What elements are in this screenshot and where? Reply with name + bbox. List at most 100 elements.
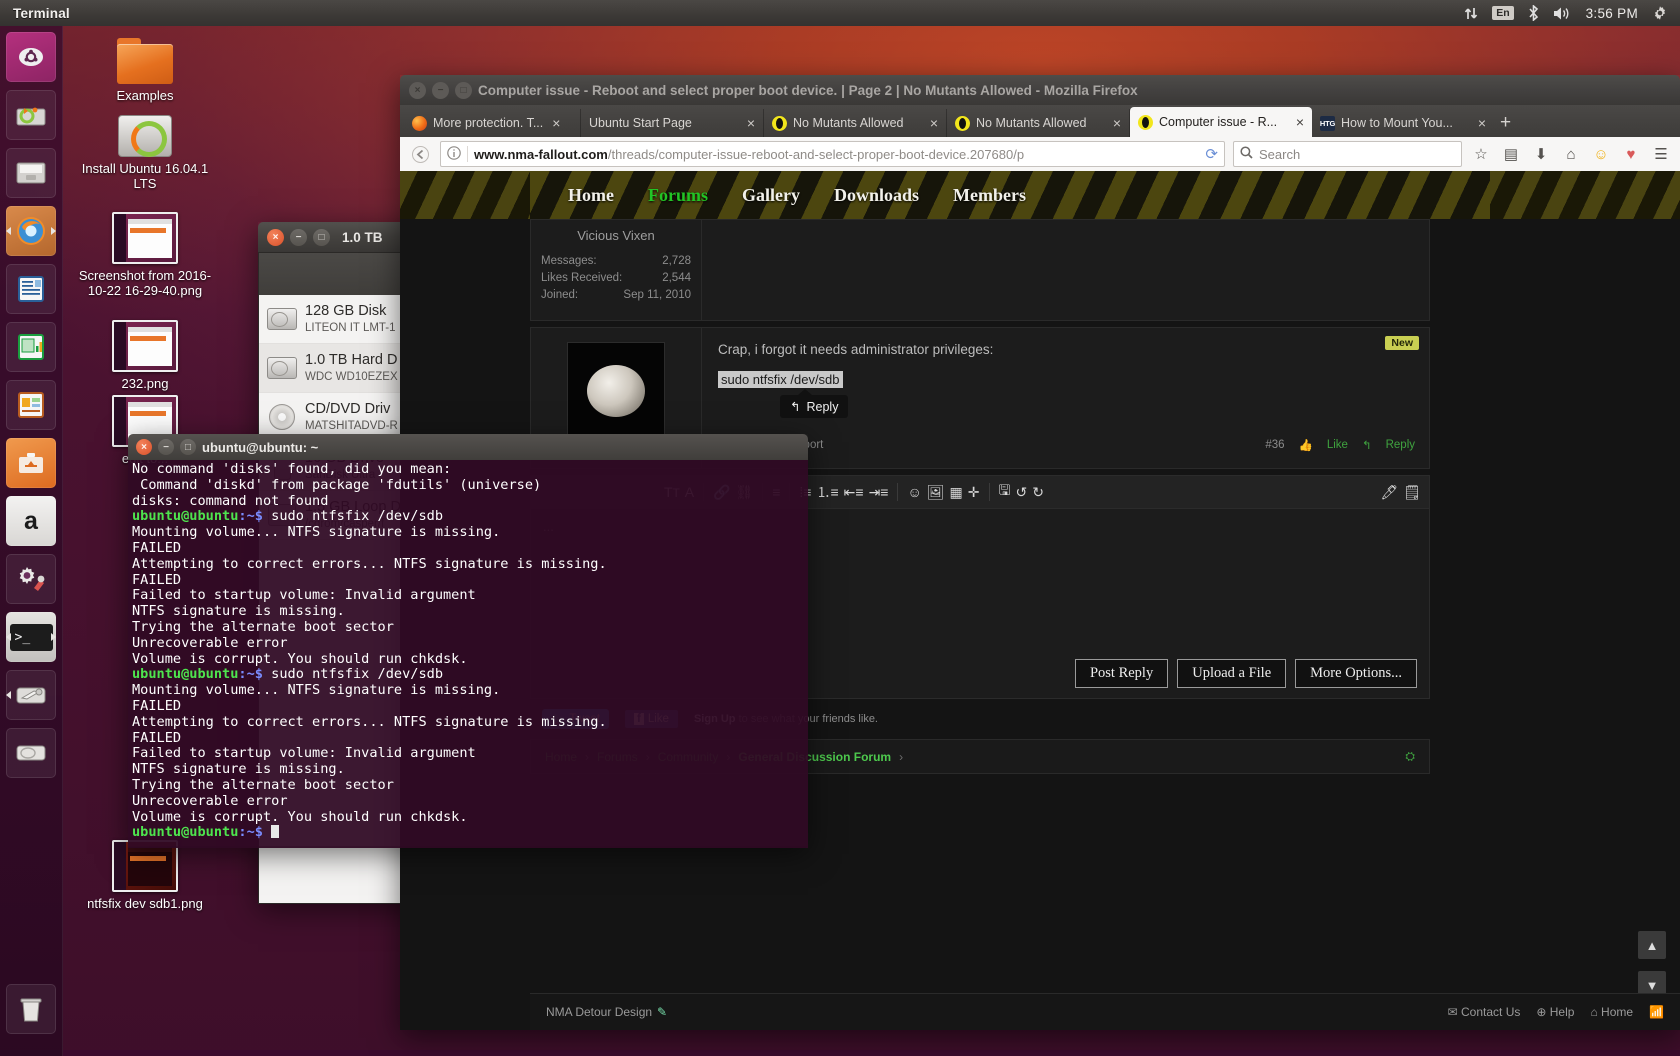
tab-how-to-mount[interactable]: HTG How to Mount You... × — [1312, 109, 1494, 137]
library-icon[interactable]: ▤ — [1500, 145, 1522, 163]
launcher-item-system-settings[interactable] — [6, 554, 56, 604]
close-icon[interactable]: × — [409, 81, 426, 99]
close-icon[interactable]: × — [747, 115, 755, 131]
launcher-item-libreoffice-writer[interactable] — [6, 264, 56, 314]
maximize-icon[interactable]: □ — [455, 81, 472, 99]
eraser-icon[interactable]: 🖊 — [1380, 484, 1398, 501]
launcher-item-trash[interactable] — [6, 984, 56, 1034]
site-nav-home[interactable]: Home — [568, 185, 614, 206]
desktop-icon-232png[interactable]: 232.png — [70, 320, 220, 391]
close-icon[interactable]: × — [267, 228, 284, 246]
desktop-icon-ntfsfix[interactable]: ntfsfix dev sdb1.png — [70, 840, 220, 911]
network-updown-icon[interactable] — [1464, 6, 1478, 21]
indent-icon[interactable]: ⇥≡ — [869, 484, 889, 501]
back-icon[interactable] — [408, 142, 432, 166]
downloads-icon[interactable]: ⬇ — [1530, 145, 1552, 163]
menu-icon[interactable]: ☰ — [1650, 145, 1672, 163]
launcher-item-files[interactable] — [6, 148, 56, 198]
desktop-icon-screenshot-1[interactable]: Screenshot from 2016-10-22 16-29-40.png — [70, 212, 220, 298]
close-icon[interactable]: × — [1296, 114, 1304, 130]
launcher-item-ubuntu-software[interactable] — [6, 438, 56, 488]
post-reply-button[interactable]: Post Reply — [1074, 659, 1169, 688]
upload-a-file-button[interactable]: Upload a File — [1177, 659, 1287, 688]
terminal-window[interactable]: × − □ ubuntu@ubuntu: ~ No command 'disks… — [128, 434, 808, 848]
home-icon[interactable]: ⌂ — [1560, 146, 1582, 163]
close-icon[interactable]: × — [930, 115, 938, 131]
firefox-titlebar[interactable]: × − □ Computer issue - Reboot and select… — [400, 75, 1680, 105]
media-icon[interactable]: ▦ — [950, 484, 963, 501]
scroll-up-button[interactable]: ▲ — [1638, 931, 1666, 959]
tab-more-protection[interactable]: More protection. T... × — [404, 109, 581, 137]
post-number[interactable]: #36 — [1265, 439, 1284, 451]
desktop-icon-install-ubuntu[interactable]: Install Ubuntu 16.04.1 LTS — [70, 115, 220, 191]
panel-app-title[interactable]: Terminal — [13, 6, 70, 21]
terminal-output[interactable]: No command 'disks' found, did you mean: … — [128, 460, 808, 848]
panel-clock[interactable]: 3:56 PM — [1586, 6, 1638, 21]
keyboard-layout-icon[interactable]: En — [1492, 6, 1514, 20]
site-nav-gallery[interactable]: Gallery — [742, 185, 800, 206]
sitemap-icon[interactable]: ⛭ — [1405, 749, 1415, 764]
close-icon[interactable]: × — [552, 115, 560, 131]
site-info-icon[interactable] — [447, 145, 461, 163]
url-bar[interactable]: www.nma-fallout.com/threads/computer-iss… — [440, 141, 1225, 167]
insert-icon[interactable]: ✛ — [968, 484, 980, 501]
pocket-icon[interactable]: ♥ — [1620, 146, 1642, 163]
reply-link[interactable]: Reply — [1386, 439, 1415, 451]
bookmark-star-icon[interactable]: ☆ — [1470, 145, 1492, 163]
tab-ubuntu-start-page[interactable]: Ubuntu Start Page × — [581, 109, 764, 137]
launcher-item-disks[interactable] — [6, 728, 56, 778]
search-bar[interactable]: Search — [1233, 141, 1462, 167]
contact-us-link[interactable]: ✉ Contact Us — [1448, 1005, 1521, 1019]
search-input[interactable]: Search — [1259, 147, 1300, 162]
rss-icon[interactable]: 📶 — [1649, 1005, 1664, 1019]
maximize-icon[interactable]: □ — [313, 228, 330, 246]
smiley-icon[interactable]: ☺ — [1590, 146, 1612, 163]
launcher-item-firefox[interactable] — [6, 206, 56, 256]
site-nav-members[interactable]: Members — [953, 185, 1026, 206]
site-nav-forums[interactable]: Forums — [648, 185, 708, 206]
like-link[interactable]: Like — [1327, 439, 1348, 451]
launcher-item-amazon[interactable]: a — [6, 496, 56, 546]
desktop-icon-examples[interactable]: Examples — [70, 38, 220, 103]
maximize-icon[interactable]: □ — [180, 439, 196, 455]
outdent-icon[interactable]: ⇤≡ — [844, 484, 864, 501]
launcher-item-libreoffice-impress[interactable] — [6, 380, 56, 430]
gear-icon[interactable] — [1652, 5, 1668, 21]
launcher-item-terminal[interactable]: >_ — [6, 612, 56, 662]
avatar[interactable] — [567, 342, 665, 440]
minimize-icon[interactable]: − — [290, 228, 307, 246]
tab-computer-issue[interactable]: Computer issue - R... × — [1130, 107, 1312, 137]
source-icon[interactable]: 🗒 — [1403, 484, 1421, 501]
launcher-item-install-ubuntu[interactable] — [6, 90, 56, 140]
new-tab-button[interactable]: + — [1500, 112, 1511, 137]
volume-icon[interactable] — [1553, 6, 1572, 21]
more-options-button[interactable]: More Options... — [1295, 659, 1417, 688]
image-icon[interactable]: 🖼 — [927, 484, 945, 501]
undo-icon[interactable]: ↺ — [1015, 484, 1027, 501]
launcher-item-libreoffice-calc[interactable] — [6, 322, 56, 372]
tab-no-mutants-allowed-2[interactable]: No Mutants Allowed × — [947, 109, 1130, 137]
reload-icon[interactable]: ⟳ — [1205, 145, 1218, 163]
close-icon[interactable]: × — [1113, 115, 1121, 131]
minimize-icon[interactable]: − — [158, 439, 174, 455]
help-link[interactable]: ⊕ Help — [1536, 1005, 1574, 1019]
quote-reply-popup[interactable]: ↰ Reply — [780, 389, 849, 418]
launcher-item-ubuntu-dash[interactable] — [6, 32, 56, 82]
bluetooth-icon[interactable] — [1528, 5, 1539, 21]
hdd-icon — [267, 355, 297, 381]
close-icon[interactable]: × — [1478, 115, 1486, 131]
draft-icon[interactable]: 🖫 — [999, 480, 1011, 504]
smiley-icon[interactable]: ☺ — [907, 484, 921, 500]
launcher-item-disk-utility[interactable] — [6, 670, 56, 720]
list-number-icon[interactable]: ⒈≡ — [816, 482, 838, 502]
site-nav-downloads[interactable]: Downloads — [834, 185, 919, 206]
tab-no-mutants-allowed-1[interactable]: No Mutants Allowed × — [764, 109, 947, 137]
minimize-icon[interactable]: − — [432, 81, 449, 99]
redo-icon[interactable]: ↻ — [1032, 484, 1044, 501]
terminal-titlebar[interactable]: × − □ ubuntu@ubuntu: ~ — [128, 434, 808, 460]
tab-label: No Mutants Allowed — [976, 116, 1087, 130]
home-link[interactable]: ⌂ Home — [1590, 1005, 1633, 1019]
close-icon[interactable]: × — [136, 439, 152, 455]
selected-code-text[interactable]: sudo ntfsfix /dev/sdb — [718, 371, 843, 388]
post-username[interactable]: Vicious Vixen — [541, 228, 691, 243]
